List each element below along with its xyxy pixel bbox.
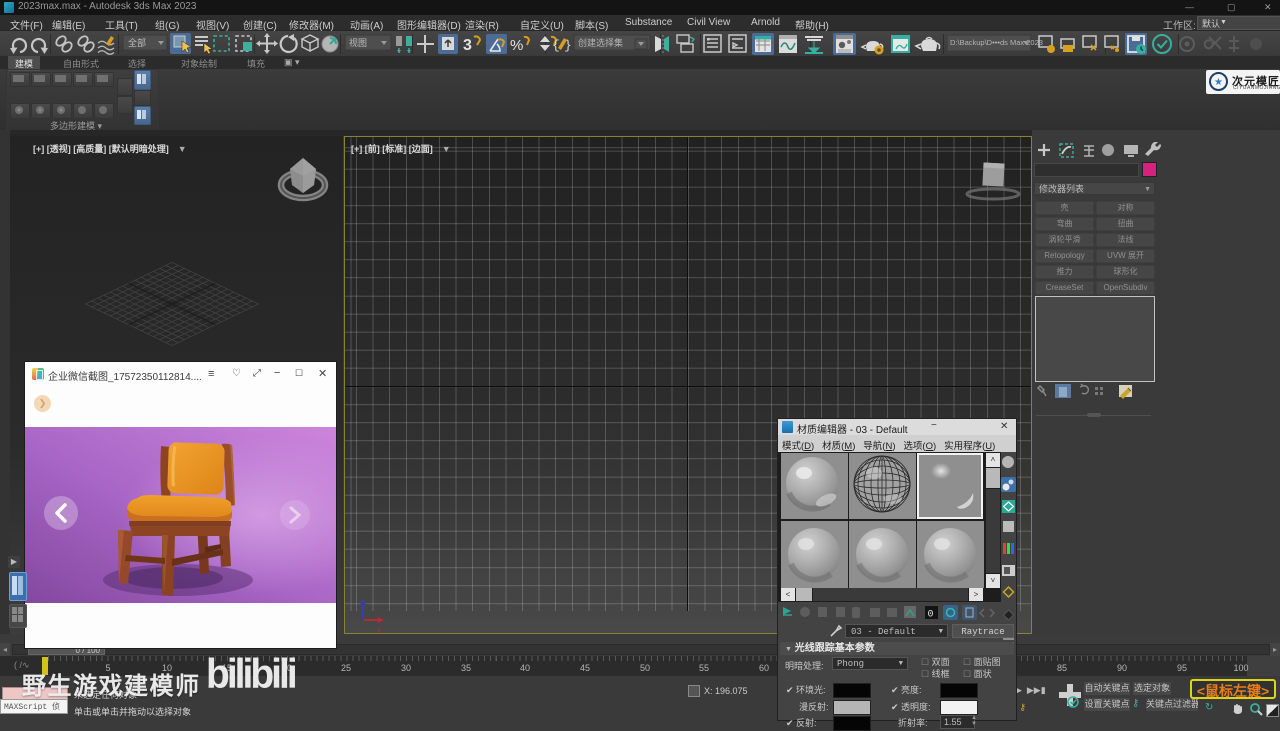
svg-text:全部: 全部 bbox=[128, 37, 146, 48]
svg-text:{: { bbox=[552, 38, 560, 53]
svg-text:0: 0 bbox=[928, 610, 934, 621]
svg-text:x: x bbox=[377, 625, 381, 632]
svg-text:创建选择集: 创建选择集 bbox=[578, 37, 623, 48]
svg-text:3: 3 bbox=[463, 37, 472, 54]
svg-text:D:\Backup\D•••ds Max 2023: D:\Backup\D•••ds Max 2023 bbox=[950, 38, 1043, 47]
svg-text:%: % bbox=[510, 37, 523, 54]
svg-text:视图: 视图 bbox=[349, 37, 367, 48]
